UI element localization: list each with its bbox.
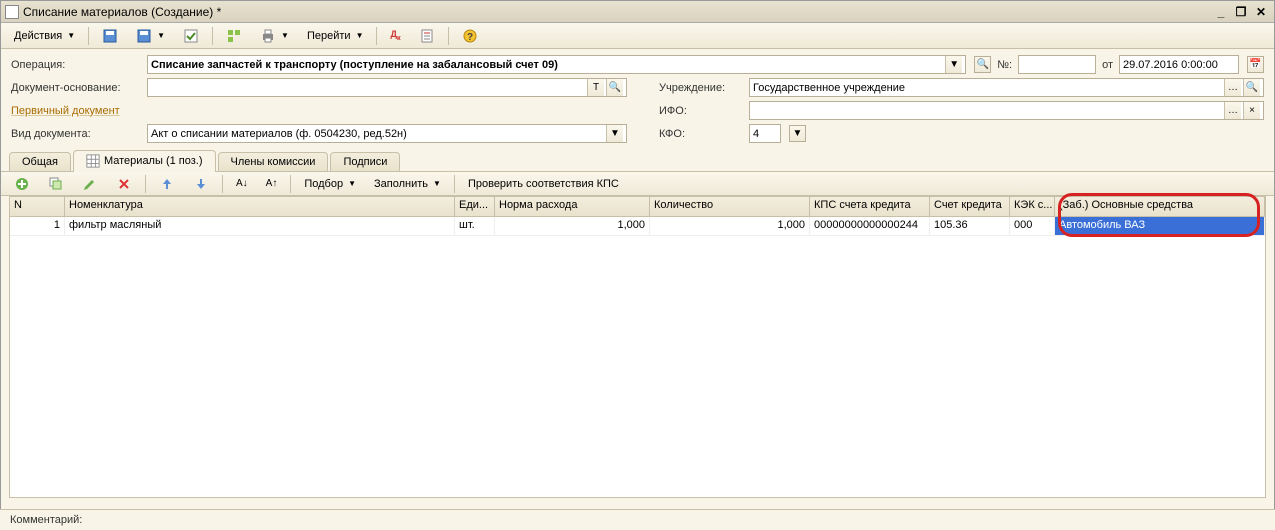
goto-menu[interactable]: Перейти ▼ (300, 26, 371, 46)
podbor-menu[interactable]: Подбор▼ (297, 174, 363, 194)
window-title: Списание материалов (Создание) * (23, 5, 1210, 19)
structure-icon[interactable] (219, 26, 249, 46)
tab-materials[interactable]: Материалы (1 поз.) (73, 150, 216, 172)
chevron-down-icon: ▼ (281, 31, 289, 40)
cell-unit: шт. (455, 217, 495, 235)
table-row[interactable]: 1 фильтр масляный шт. 1,000 1,000 000000… (10, 217, 1265, 236)
org-field[interactable]: Государственное учреждение … 🔍 (749, 78, 1264, 97)
footer: Комментарий: (0, 509, 1275, 530)
cell-nomen: фильтр масляный (65, 217, 455, 235)
svg-text:?: ? (467, 32, 473, 43)
operation-value: Списание запчастей к транспорту (поступл… (151, 59, 943, 71)
tab-commission[interactable]: Члены комиссии (218, 152, 329, 171)
cell-acct: 105.36 (930, 217, 1010, 235)
col-acct[interactable]: Счет кредита (930, 197, 1010, 216)
goto-label: Перейти (307, 30, 351, 42)
debit-credit-icon[interactable]: Дк (383, 26, 407, 46)
search-icon[interactable]: 🔍 (974, 56, 991, 73)
col-norm[interactable]: Норма расхода (495, 197, 650, 216)
chevron-down-icon[interactable]: ▼ (789, 125, 806, 142)
cell-kps: 00000000000000244 (810, 217, 930, 235)
print-icon[interactable]: ▼ (253, 26, 296, 46)
document-icon (5, 5, 19, 19)
search-icon[interactable]: 🔍 (1243, 79, 1260, 96)
kfo-field[interactable]: 4 (749, 124, 781, 143)
col-qty[interactable]: Количество (650, 197, 810, 216)
number-label: №: (997, 59, 1012, 71)
add-row-icon[interactable] (7, 174, 37, 194)
comment-label: Комментарий: (10, 514, 82, 526)
section-title: Первичный документ (11, 105, 627, 117)
operation-label: Операция: (11, 59, 141, 71)
grid-icon (86, 154, 100, 168)
date-value: 29.07.2016 0:00:00 (1123, 59, 1235, 71)
search-icon[interactable]: 🔍 (606, 79, 623, 96)
cell-asset[interactable]: Автомобиль ВАЗ (1055, 217, 1265, 235)
doctype-label: Вид документа: (11, 128, 141, 140)
org-label: Учреждение: (653, 82, 743, 94)
date-label: от (1102, 59, 1113, 71)
tab-signatures[interactable]: Подписи (330, 152, 400, 171)
operation-field[interactable]: Списание запчастей к транспорту (поступл… (147, 55, 966, 74)
actions-label: Действия (14, 30, 62, 42)
number-field[interactable] (1018, 55, 1096, 74)
select-icon[interactable]: … (1224, 79, 1241, 96)
move-up-icon[interactable] (152, 174, 182, 194)
help-icon[interactable]: ? (455, 26, 485, 46)
ifo-label: ИФО: (653, 105, 743, 117)
report-icon[interactable] (412, 26, 442, 46)
actions-menu[interactable]: Действия ▼ (7, 26, 82, 46)
fill-menu[interactable]: Заполнить▼ (367, 174, 448, 194)
save-icon[interactable] (95, 26, 125, 46)
close-button[interactable]: ✕ (1252, 4, 1270, 20)
grid-toolbar: A↓ A↑ Подбор▼ Заполнить▼ Проверить соотв… (1, 172, 1274, 196)
ifo-field[interactable]: … × (749, 101, 1264, 120)
post-icon[interactable] (176, 26, 206, 46)
sort-asc-icon[interactable]: A↓ (229, 174, 255, 194)
cell-n: 1 (10, 217, 65, 235)
cell-norm: 1,000 (495, 217, 650, 235)
text-select-icon[interactable]: T (587, 79, 604, 96)
col-kps[interactable]: КПС счета кредита (810, 197, 930, 216)
edit-row-icon[interactable] (75, 174, 105, 194)
calendar-icon[interactable]: 📅 (1247, 56, 1264, 73)
cell-kek: 000 (1010, 217, 1055, 235)
doctype-value: Акт о списании материалов (ф. 0504230, р… (151, 128, 604, 140)
titlebar: Списание материалов (Создание) * _ ❐ ✕ (1, 1, 1274, 23)
clear-icon[interactable]: × (1243, 102, 1260, 119)
chevron-down-icon: ▼ (67, 31, 75, 40)
col-unit[interactable]: Еди... (455, 197, 495, 216)
select-icon[interactable]: … (1224, 102, 1241, 119)
col-asset[interactable]: (Заб.) Основные средства (1055, 197, 1265, 216)
main-toolbar: Действия ▼ ▼ ▼ Перейти ▼ Дк ? (1, 23, 1274, 49)
chevron-down-icon: ▼ (356, 31, 364, 40)
date-field[interactable]: 29.07.2016 0:00:00 (1119, 55, 1239, 74)
save-dropdown[interactable]: ▼ (129, 26, 172, 46)
restore-button[interactable]: ❐ (1232, 4, 1250, 20)
copy-row-icon[interactable] (41, 174, 71, 194)
col-n[interactable]: N (10, 197, 65, 216)
sort-desc-icon[interactable]: A↑ (259, 174, 285, 194)
chevron-down-icon: ▼ (157, 31, 165, 40)
tabs: Общая Материалы (1 поз.) Члены комиссии … (1, 149, 1274, 172)
form-area: Операция: Списание запчастей к транспорт… (1, 49, 1274, 149)
move-down-icon[interactable] (186, 174, 216, 194)
chevron-down-icon[interactable]: ▼ (606, 125, 623, 142)
kfo-label: КФО: (653, 128, 743, 140)
col-nomen[interactable]: Номенклатура (65, 197, 455, 216)
minimize-button[interactable]: _ (1212, 4, 1230, 20)
col-kek[interactable]: КЭК с... (1010, 197, 1055, 216)
materials-grid: N Номенклатура Еди... Норма расхода Коли… (9, 196, 1266, 498)
kfo-value: 4 (753, 128, 777, 140)
delete-row-icon[interactable] (109, 174, 139, 194)
cell-qty: 1,000 (650, 217, 810, 235)
basis-field[interactable]: T 🔍 (147, 78, 627, 97)
check-kps-button[interactable]: Проверить соответствия КПС (461, 174, 626, 194)
tab-general[interactable]: Общая (9, 152, 71, 171)
chevron-down-icon[interactable]: ▼ (945, 56, 962, 73)
doctype-field[interactable]: Акт о списании материалов (ф. 0504230, р… (147, 124, 627, 143)
grid-header: N Номенклатура Еди... Норма расхода Коли… (10, 197, 1265, 217)
basis-label: Документ-основание: (11, 82, 141, 94)
org-value: Государственное учреждение (753, 82, 1222, 94)
